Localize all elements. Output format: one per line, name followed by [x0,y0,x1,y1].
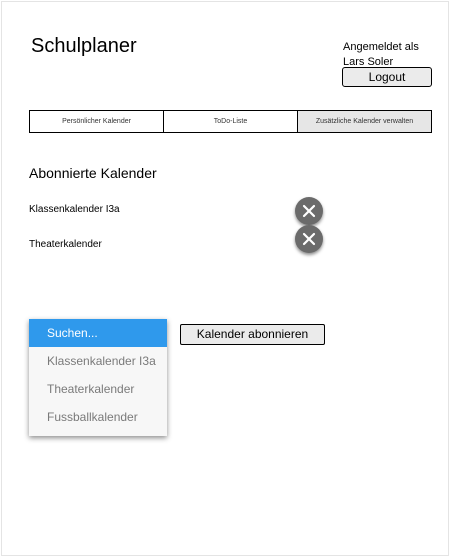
subscribed-calendar-name: Klassenkalender I3a [29,204,120,215]
tab-manage-calendars[interactable]: Zusätzliche Kalender verwalten [297,111,431,132]
dropdown-option[interactable]: Fussballkalender [29,403,167,431]
remove-calendar-button[interactable] [295,197,323,225]
remove-calendar-button[interactable] [295,225,323,253]
tab-todo-list[interactable]: ToDo-Liste [163,111,297,132]
close-icon [302,232,316,246]
dropdown-option[interactable]: Theaterkalender [29,375,167,403]
tab-bar: Persönlicher Kalender ToDo-Liste Zusätzl… [29,110,432,133]
tab-personal-calendar[interactable]: Persönlicher Kalender [30,111,163,132]
subscribed-calendars-heading: Abonnierte Kalender [29,165,157,181]
logged-in-user-label: Angemeldet als Lars Soler [343,41,419,68]
app-frame: Schulplaner Angemeldet als Lars Soler Lo… [1,1,449,556]
dropdown-option[interactable]: Klassenkalender I3a [29,347,167,375]
close-icon [302,204,316,218]
app-title: Schulplaner [31,35,137,57]
subscribed-calendar-name: Theaterkalender [29,239,102,250]
subscribe-calendar-button[interactable]: Kalender abonnieren [180,324,325,345]
dropdown-option-search[interactable]: Suchen... [29,319,167,347]
logout-button[interactable]: Logout [342,67,432,87]
calendar-search-dropdown: Suchen... Klassenkalender I3a Theaterkal… [29,319,167,436]
